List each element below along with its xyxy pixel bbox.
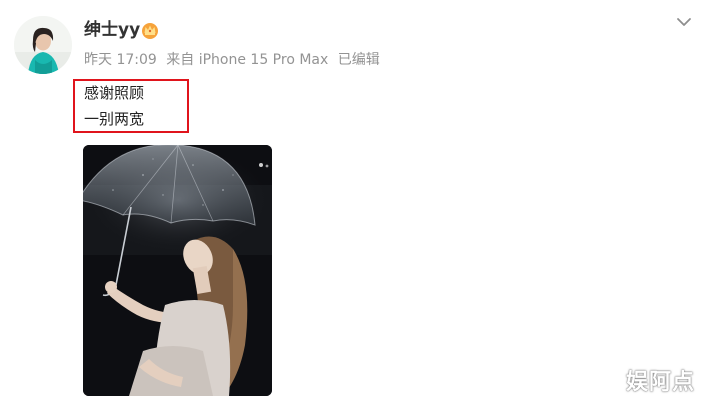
chevron-down-icon[interactable] xyxy=(674,12,694,32)
watermark-text: 娱阿点 xyxy=(626,370,696,395)
avatar[interactable] xyxy=(14,16,72,74)
username[interactable]: 绅士yy xyxy=(84,18,140,42)
post-time[interactable]: 昨天 17:09 xyxy=(84,52,157,68)
post-text-line: 感谢照顾 xyxy=(84,84,145,102)
edited-label[interactable]: 已编辑 xyxy=(338,52,380,68)
post-text-line: 一别两宽 xyxy=(84,110,145,128)
post-source: 来自 iPhone 15 Pro Max xyxy=(166,52,329,68)
post-photo[interactable] xyxy=(83,145,272,396)
post-meta: 昨天 17:09 来自 iPhone 15 Pro Max 已编辑 xyxy=(84,50,385,70)
vip-crown-icon[interactable] xyxy=(140,20,160,40)
weibo-post: 绅士yy 昨天 17:09 来自 iPhone 15 Pro Max 已编辑 感… xyxy=(0,0,716,409)
